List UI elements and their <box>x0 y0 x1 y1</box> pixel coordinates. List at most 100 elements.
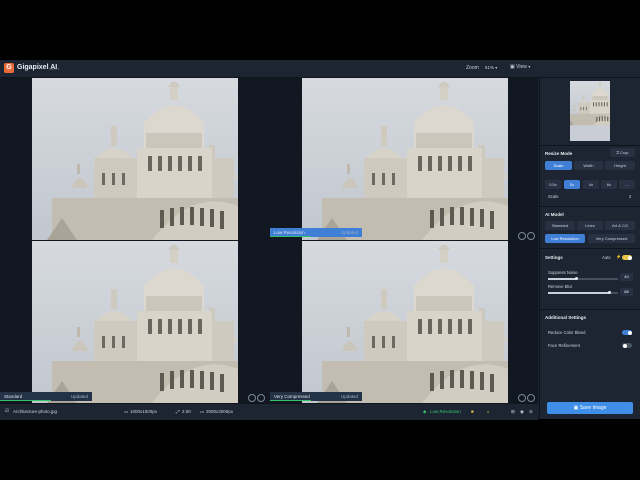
scale-icon: ⤢ <box>176 409 180 414</box>
scale-2x-button[interactable]: 2x <box>564 180 580 189</box>
remove-blur-slider[interactable] <box>548 291 618 294</box>
mode-scale-button[interactable]: Scale <box>545 161 572 170</box>
photo-thumbnail <box>570 81 610 126</box>
additional-settings-title: Additional Settings <box>545 315 586 320</box>
model-very-compressed-button[interactable]: Very Compressed <box>588 234 635 243</box>
zoom-value: 51% <box>485 65 495 70</box>
remove-blur-label: Remove Blur <box>548 284 573 289</box>
save-image-button[interactable]: ▣ Save Image <box>547 402 633 414</box>
status-bar: ☑ Architecture-photo.jpg ▭ 1000x1500px ⤢… <box>0 403 538 420</box>
settings-sidebar: Resize Mode ⌗ Crop Scale Width Height 0.… <box>539 78 640 419</box>
chevron-down-icon: ▾ <box>495 65 498 70</box>
model-standard-button[interactable]: Standard <box>545 221 575 230</box>
scale-0-5x-button[interactable]: 0.5x <box>545 180 561 189</box>
model-low-resolution-button[interactable]: Low Resolution <box>545 234 585 243</box>
toggle-knob <box>622 343 627 348</box>
auto-toggle[interactable] <box>622 255 632 260</box>
toggle-knob <box>627 255 632 260</box>
divider <box>540 248 640 249</box>
chevron-down-icon: ▾ <box>528 64 531 69</box>
pane-status: Updated <box>70 394 88 399</box>
pane-label-standard[interactable]: Standard Updated <box>0 392 92 401</box>
slider-knob[interactable] <box>608 291 612 294</box>
grid-icon[interactable]: ⊞ <box>511 409 515 415</box>
scale-value[interactable]: 2 <box>629 194 631 199</box>
pane-status: Updated <box>340 230 358 235</box>
model-icon: ◆ <box>423 409 427 414</box>
image-size-icon: ▭ <box>124 409 129 414</box>
progress-bar <box>270 399 312 401</box>
preview-pane-low-resolution[interactable] <box>302 78 508 240</box>
navigator-thumbnail[interactable] <box>570 81 610 141</box>
checkbox-icon[interactable]: ☑ <box>5 408 9 414</box>
scale-label: Scale <box>548 194 559 199</box>
crop-icon: ⌗ <box>616 150 619 155</box>
zoom-dropdown[interactable]: 51% ▾ <box>485 64 503 72</box>
model-lines-button[interactable]: Lines <box>577 221 603 230</box>
ai-model-title: AI Model <box>545 212 564 217</box>
face-refinement-label: Face Refinement <box>548 343 580 348</box>
preview-canvas[interactable]: Low Resolution Updated Standard Updated … <box>0 78 538 403</box>
output-size: 2000x3000px <box>206 409 234 414</box>
app-version: v5.x.x <box>49 66 60 71</box>
app-logo: G <box>4 63 14 73</box>
view-button[interactable]: ▣ View ▾ <box>510 64 530 70</box>
preview-pane-very-compressed[interactable] <box>302 241 508 403</box>
lightning-icon: ⚡ <box>616 254 622 259</box>
save-icon: ▣ <box>573 405 579 411</box>
slider-knob[interactable] <box>574 277 578 280</box>
scale-custom-button[interactable]: ... <box>619 180 635 189</box>
pane-label-very-compressed[interactable]: Very Compressed Updated <box>270 392 362 401</box>
photo-preview <box>32 78 238 240</box>
mode-width-button[interactable]: Width <box>574 161 603 170</box>
photo-preview <box>32 241 238 403</box>
preview-pane-standard[interactable] <box>32 78 238 240</box>
reduce-color-bleed-label: Reduce Color Bleed <box>548 330 586 335</box>
divider <box>540 309 640 310</box>
slider-fill <box>548 292 610 294</box>
scale-4x-button[interactable]: 4x <box>583 180 599 189</box>
divider <box>540 206 640 207</box>
slider-fill <box>548 278 576 280</box>
settings-button[interactable] <box>527 394 535 402</box>
title-bar: G Gigapixel AI v5.x.x Zoom 51% ▾ ▣ View … <box>0 60 640 78</box>
auto-label: Auto <box>602 255 611 260</box>
trash-icon[interactable]: ⊘ <box>529 409 533 415</box>
scale-value: 2.00 <box>182 409 191 414</box>
pane-label-low-resolution[interactable]: Low Resolution Updated <box>270 228 362 237</box>
settings-button[interactable] <box>527 232 535 240</box>
divider <box>540 145 640 146</box>
preview-pane-original[interactable] <box>32 241 238 403</box>
filename: Architecture-photo.jpg <box>13 409 58 414</box>
suppress-noise-value[interactable]: 40 <box>620 273 633 281</box>
suppress-noise-slider[interactable] <box>548 277 618 280</box>
settings-button[interactable] <box>257 394 265 402</box>
face-refinement-toggle[interactable] <box>622 343 632 348</box>
progress-bar <box>0 399 51 401</box>
model-art-cg-button[interactable]: Art & CG <box>605 221 635 230</box>
progress-bar <box>270 235 312 237</box>
pane-status: Updated <box>340 394 358 399</box>
save-label: Save Image <box>579 405 607 411</box>
crop-label: Crop <box>619 150 629 155</box>
model-name: Low Resolution <box>430 409 461 414</box>
contrast-icon[interactable]: ◐ <box>487 409 490 414</box>
folder-icon[interactable]: ■ <box>471 409 474 414</box>
compare-button[interactable] <box>518 394 526 402</box>
crop-button[interactable]: ⌗ Crop <box>610 148 635 157</box>
app-window: G Gigapixel AI v5.x.x Zoom 51% ▾ ▣ View … <box>0 60 640 420</box>
remove-blur-value[interactable]: 88 <box>620 288 633 296</box>
reduce-color-bleed-toggle[interactable] <box>622 330 632 335</box>
scale-6x-button[interactable]: 6x <box>601 180 617 189</box>
mode-height-button[interactable]: Height <box>605 161 635 170</box>
user-icon[interactable]: ◉ <box>520 409 524 415</box>
photo-preview <box>302 241 508 403</box>
compare-button[interactable] <box>248 394 256 402</box>
view-label: View <box>516 64 527 70</box>
toggle-knob <box>627 330 632 335</box>
resize-mode-title: Resize Mode <box>545 151 573 156</box>
zoom-label: Zoom <box>466 65 479 71</box>
settings-title: Settings <box>545 255 563 260</box>
compare-button[interactable] <box>518 232 526 240</box>
source-size: 1000x1500px <box>130 409 158 414</box>
